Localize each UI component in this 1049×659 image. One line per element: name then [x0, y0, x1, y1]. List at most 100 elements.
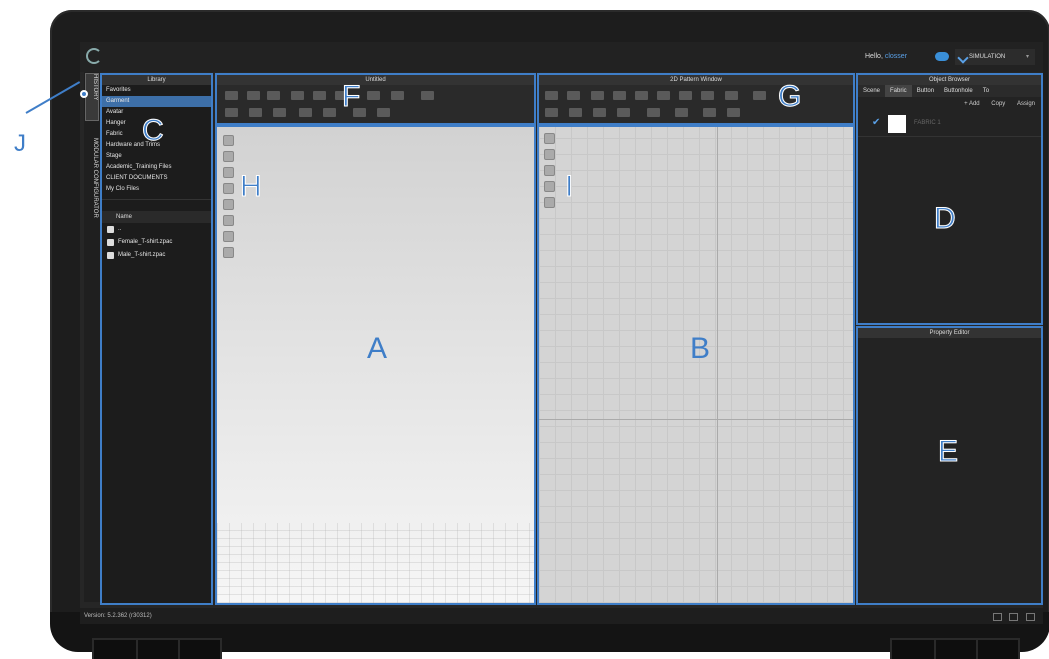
garment-fit-tool-icon[interactable] — [273, 108, 286, 117]
object-browser-panel: Object Browser Scene Fabric Button Butto… — [856, 73, 1043, 325]
pin-tool-icon[interactable] — [313, 91, 326, 100]
library-item[interactable]: Stage — [102, 151, 211, 162]
texture-2d-display-icon[interactable] — [544, 165, 555, 176]
viewport-3d-tools — [223, 135, 235, 263]
screenshot: Hello, closser SIMULATION ▾ HISTORY MODU… — [0, 0, 1049, 659]
pattern-display-icon[interactable] — [544, 133, 555, 144]
transform-pattern-icon[interactable] — [545, 91, 558, 100]
checkmark-icon: ✔ — [872, 117, 881, 128]
brush-tool-icon[interactable] — [391, 91, 404, 100]
arrangement-tool-icon[interactable] — [249, 108, 262, 117]
segment-sewing-icon[interactable] — [545, 108, 558, 117]
strain-map-tool-icon[interactable] — [323, 108, 336, 117]
info-display-icon[interactable] — [544, 197, 555, 208]
tab-fabric[interactable]: Fabric — [885, 85, 912, 97]
file-item-parent[interactable]: .. — [102, 223, 211, 236]
library-search-row[interactable] — [102, 199, 211, 211]
fold-2d-tool-icon[interactable] — [753, 91, 766, 100]
tab-button[interactable]: Button — [912, 85, 939, 97]
stitch-tool-icon[interactable] — [299, 108, 312, 117]
top-bar: Hello, closser SIMULATION ▾ — [80, 42, 1043, 72]
topstitch-icon[interactable] — [647, 108, 660, 117]
file-item[interactable]: Female_T-shirt.zpac — [102, 236, 211, 249]
window-icon[interactable] — [1009, 613, 1019, 621]
dart-tool-icon[interactable] — [679, 91, 692, 100]
select-tool-icon[interactable] — [225, 91, 238, 100]
tab-scene[interactable]: Scene — [858, 85, 885, 97]
cut-tool-icon[interactable] — [701, 91, 714, 100]
polygon-tool-icon[interactable] — [591, 91, 604, 100]
callout-label-g: G — [777, 80, 802, 114]
app-window: Hello, closser SIMULATION ▾ HISTORY MODU… — [80, 42, 1043, 624]
fold-tool-icon[interactable] — [267, 91, 280, 100]
skeleton-display-icon[interactable] — [223, 167, 234, 178]
tab-modular-configurator[interactable]: MODULAR CONFIGURATOR — [86, 138, 98, 268]
display-mode-icon[interactable] — [223, 135, 234, 146]
copy-button[interactable]: Copy — [991, 101, 1005, 107]
layout-icon[interactable] — [992, 613, 1002, 621]
avatar-display-icon[interactable] — [223, 151, 234, 162]
pin-display-icon[interactable] — [223, 231, 234, 242]
library-title: Library — [102, 75, 211, 85]
measure-display-icon[interactable] — [223, 215, 234, 226]
camera-tool-icon[interactable] — [421, 91, 434, 100]
internal-rectangle-icon[interactable] — [657, 91, 670, 100]
fabric-display-icon[interactable] — [223, 183, 234, 194]
internal-polygon-icon[interactable] — [635, 91, 648, 100]
edit-point-icon[interactable] — [567, 91, 580, 100]
wireframe-display-icon[interactable] — [223, 199, 234, 210]
zipper-tool-icon[interactable] — [727, 108, 740, 117]
callout-label-i: I — [564, 170, 574, 204]
edit-sewing-icon[interactable] — [593, 108, 606, 117]
grid-display-icon[interactable] — [544, 181, 555, 192]
greeting-text: Hello, — [865, 53, 883, 60]
graphic-tool-icon[interactable] — [377, 108, 390, 117]
cloud-icon[interactable] — [935, 52, 949, 61]
add-button[interactable]: + Add — [964, 101, 980, 107]
side-tab-strip: HISTORY MODULAR CONFIGURATOR — [84, 72, 100, 602]
tab-history[interactable]: HISTORY — [85, 73, 99, 121]
callout-label-j: J — [14, 130, 26, 157]
library-item[interactable]: My Clo Files — [102, 184, 211, 195]
buttonhole-tool-icon[interactable] — [703, 108, 716, 117]
mode-label: SIMULATION — [969, 54, 1006, 60]
sewing-tool-icon[interactable] — [725, 91, 738, 100]
button-tool-icon[interactable] — [675, 108, 688, 117]
texture-display-icon[interactable] — [223, 247, 234, 258]
library-item[interactable]: Academic_Training Files — [102, 162, 211, 173]
horizontal-axis — [539, 419, 853, 420]
tack-tool-icon[interactable] — [291, 91, 304, 100]
fabric-swatch[interactable] — [888, 115, 906, 133]
library-item[interactable]: Favorites — [102, 85, 211, 96]
fullscreen-icon[interactable] — [1026, 613, 1035, 621]
property-editor-title: Property Editor — [858, 328, 1041, 338]
object-browser-actions: + Add Copy Assign — [858, 97, 1041, 111]
status-bar: Version: 5.2.362 (r30312) — [80, 608, 1043, 624]
callout-label-e: E — [937, 435, 959, 469]
tab-topstitch[interactable]: To — [978, 85, 994, 97]
assign-button[interactable]: Assign — [1017, 101, 1035, 107]
toolbar-2d: 2D Pattern Window — [537, 73, 855, 125]
avatar-tool-icon[interactable] — [225, 108, 238, 117]
tack-2d-icon[interactable] — [617, 108, 630, 117]
tab-buttonhole[interactable]: Buttonhole — [939, 85, 978, 97]
viewport-2d-tools — [544, 133, 556, 213]
file-item[interactable]: Male_T-shirt.zpac — [102, 249, 211, 262]
library-item-selected[interactable]: Garment — [102, 96, 211, 107]
user-name[interactable]: closser — [885, 53, 907, 60]
free-sewing-icon[interactable] — [569, 108, 582, 117]
callout-label-h: H — [240, 170, 263, 204]
keyboard-keys-right — [890, 638, 1020, 659]
line-tool-icon[interactable] — [367, 91, 380, 100]
fabric-row[interactable]: ✔ FABRIC 1 — [858, 111, 1041, 137]
callout-label-d: D — [934, 202, 957, 236]
viewport-2d-title: 2D Pattern Window — [539, 75, 853, 85]
column-header-name[interactable]: Name — [102, 211, 211, 223]
library-item[interactable]: CLIENT DOCUMENTS — [102, 173, 211, 184]
mode-selector[interactable]: SIMULATION ▾ — [955, 49, 1035, 65]
rectangle-tool-icon[interactable] — [613, 91, 626, 100]
callout-label-a: A — [367, 332, 388, 365]
callout-label-b: B — [690, 332, 711, 365]
sewing-display-icon[interactable] — [544, 149, 555, 160]
move-tool-icon[interactable] — [247, 91, 260, 100]
